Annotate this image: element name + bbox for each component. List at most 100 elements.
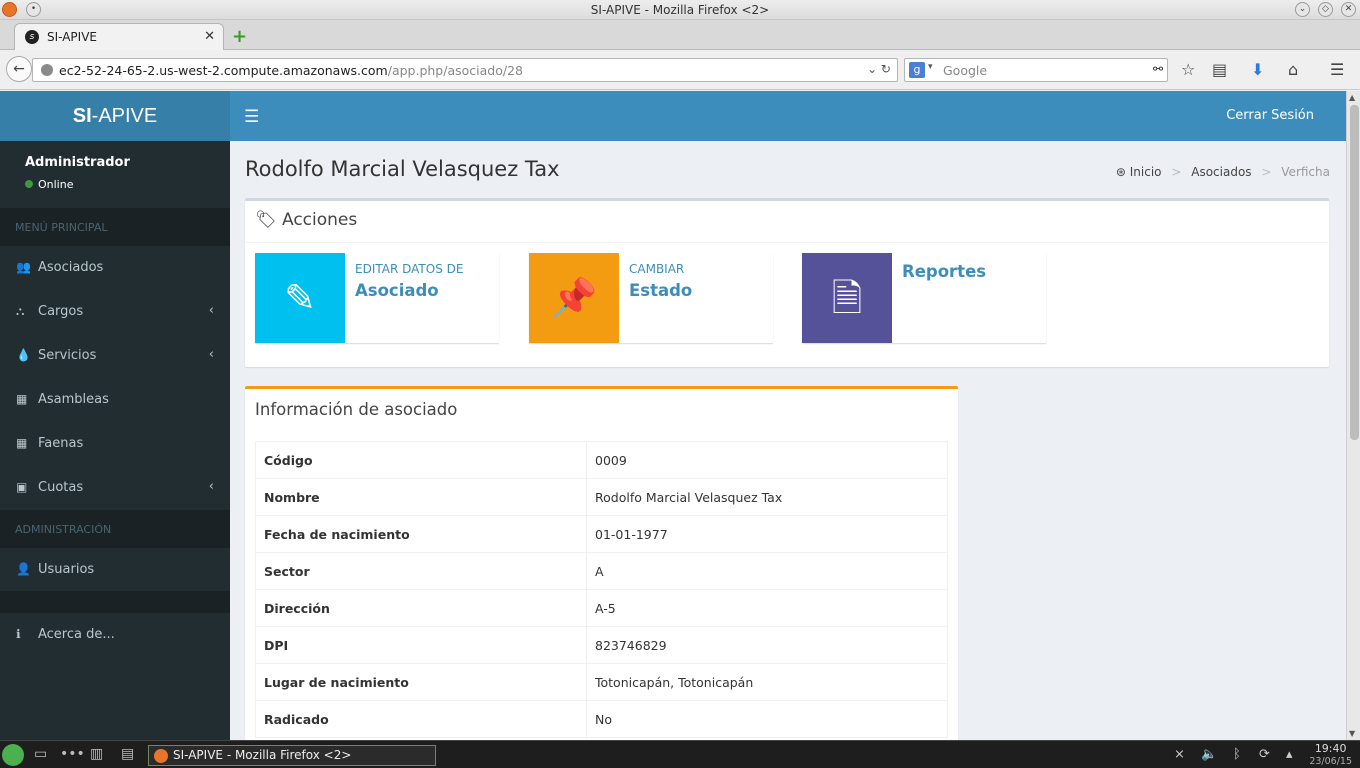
back-button[interactable]: ←: [6, 56, 32, 82]
breadcrumb-separator: >: [1171, 165, 1182, 179]
dashboard-icon: ⊛: [1115, 165, 1126, 179]
actions-box: 🏷 Acciones ✎ EDITAR DATOS DE Asociado 📌 …: [245, 198, 1329, 367]
scroll-up-icon[interactable]: ▲: [1349, 93, 1355, 102]
bookmarks-list-icon[interactable]: ▤: [1212, 60, 1227, 79]
workspace-icon[interactable]: ▥: [90, 746, 103, 762]
breadcrumb-inicio[interactable]: Inicio: [1130, 165, 1162, 179]
url-host: ec2-52-24-65-2.us-west-2.compute.amazona…: [59, 63, 388, 78]
user-panel: Administrador Online: [0, 141, 230, 208]
sidebar-item-label: Usuarios: [38, 562, 95, 577]
change-state-button[interactable]: 📌 CAMBIAR Estado: [529, 253, 773, 343]
online-status-icon: [25, 180, 33, 188]
taskbar-firefox-task[interactable]: SI-APIVE - Mozilla Firefox <2>: [148, 745, 436, 766]
clock-date: 23/06/15: [1309, 756, 1352, 767]
sync-icon[interactable]: ⟳: [1259, 747, 1270, 762]
download-icon[interactable]: ⬇: [1251, 60, 1264, 79]
row-key: Radicado: [255, 700, 587, 738]
symfony-favicon-icon: s: [25, 30, 39, 44]
breadcrumb-current: Verficha: [1281, 165, 1330, 179]
row-value: Rodolfo Marcial Velasquez Tax: [586, 478, 948, 516]
row-value: A-5: [586, 589, 948, 627]
scroll-down-icon[interactable]: ▼: [1349, 729, 1355, 738]
window-titlebar: • SI-APIVE - Mozilla Firefox <2> ⌄ ◇ ✕: [0, 0, 1360, 20]
row-value: 823746829: [586, 626, 948, 664]
logo-bold: SI: [72, 105, 92, 127]
scrollbar-thumb[interactable]: [1350, 105, 1359, 440]
tag-icon: 🏷: [255, 210, 277, 230]
close-window-button[interactable]: ✕: [1341, 2, 1356, 17]
bookmark-star-icon[interactable]: ☆: [1181, 60, 1195, 79]
reports-button[interactable]: 🗎 Reportes: [802, 253, 1046, 343]
sidebar-item-acerca[interactable]: ℹ Acerca de...: [0, 613, 230, 657]
url-bar[interactable]: ec2-52-24-65-2.us-west-2.compute.amazona…: [32, 58, 898, 82]
info-box-number: Reportes: [902, 262, 987, 281]
money-icon: ▣: [16, 480, 28, 494]
info-box-text: CAMBIAR: [629, 262, 685, 276]
associate-info-box: Información de asociado Código 0009 Nombr…: [245, 386, 958, 740]
file-manager-icon[interactable]: ▤: [121, 746, 134, 762]
search-engine-dropdown-icon[interactable]: ▾: [928, 62, 933, 72]
menu-icon[interactable]: ☰: [1330, 60, 1344, 79]
network-disconnected-icon[interactable]: ⨯: [1174, 747, 1185, 762]
maximize-button[interactable]: ◇: [1318, 2, 1333, 17]
clock[interactable]: 19:40 23/06/15: [1309, 742, 1352, 768]
url-text[interactable]: ec2-52-24-65-2.us-west-2.compute.amazona…: [59, 63, 523, 78]
sidebar-item-faenas[interactable]: ▦ Faenas: [0, 422, 230, 466]
tab-title: SI-APIVE: [47, 30, 97, 44]
row-value: No: [586, 700, 948, 738]
browser-tab[interactable]: s SI-APIVE ✕: [14, 23, 224, 50]
sidebar-item-label: Servicios: [38, 348, 97, 363]
user-icon: 👤: [16, 562, 31, 576]
row-key: Nombre: [255, 478, 587, 516]
edit-associate-button[interactable]: ✎ EDITAR DATOS DE Asociado: [255, 253, 499, 343]
window-title: SI-APIVE - Mozilla Firefox <2>: [590, 3, 770, 17]
more-icon[interactable]: •••: [60, 746, 85, 762]
desktop-icon[interactable]: ▭: [34, 746, 47, 762]
sidebar-toggle-icon[interactable]: ☰: [244, 107, 259, 127]
page-title: Rodolfo Marcial Velasquez Tax: [245, 157, 560, 181]
sidebar-item-servicios[interactable]: 💧 Servicios ‹: [0, 334, 230, 378]
clock-time: 19:40: [1314, 742, 1347, 755]
bluetooth-icon[interactable]: ᛒ: [1233, 747, 1241, 762]
sidebar-item-label: Cargos: [38, 304, 84, 319]
info-box-number: Estado: [629, 281, 693, 300]
app-logo[interactable]: SI-APIVE: [0, 91, 230, 141]
table-row: Dirección A-5: [255, 589, 948, 627]
google-icon[interactable]: g: [909, 62, 925, 78]
sidebar-item-asociados[interactable]: 👥 Asociados: [0, 246, 230, 290]
user-status-label: Online: [38, 178, 74, 191]
sidebar-item-cargos[interactable]: ⛬ Cargos ‹: [0, 290, 230, 334]
sidebar-item-label: Faenas: [38, 436, 84, 451]
row-key: Sector: [255, 552, 587, 590]
row-value: A: [586, 552, 948, 590]
sidebar-item-usuarios[interactable]: 👤 Usuarios: [0, 548, 230, 591]
search-bar[interactable]: g ▾ Google ⚯: [904, 58, 1168, 82]
home-icon[interactable]: ⌂: [1288, 60, 1298, 79]
sidebar-divider: [0, 591, 230, 613]
associate-info-title: Información de asociado: [255, 400, 458, 419]
url-path: /app.php/asociado/28: [387, 63, 523, 78]
start-menu-icon[interactable]: [2, 744, 24, 766]
breadcrumb-separator: >: [1261, 165, 1272, 179]
calendar-icon: ▦: [16, 392, 28, 406]
sidebar-item-cuotas[interactable]: ▣ Cuotas ‹: [0, 466, 230, 510]
file-icon: 🗎: [802, 253, 892, 343]
new-tab-icon[interactable]: +: [232, 26, 247, 47]
sidebar: SI-APIVE Administrador Online MENÚ PRINC…: [0, 91, 230, 740]
page-scrollbar[interactable]: ▲ ▼: [1346, 91, 1360, 740]
table-row: Código 0009: [255, 441, 948, 479]
logout-link[interactable]: Cerrar Sesión: [1226, 108, 1314, 123]
globe-icon: [41, 64, 53, 76]
firefox-icon: [154, 749, 168, 763]
url-dropdown-reload-icons[interactable]: ⌄ ↻: [867, 62, 891, 76]
breadcrumb-asociados[interactable]: Asociados: [1191, 165, 1251, 179]
row-value: Totonicapán, Totonicapán: [586, 663, 948, 701]
chevron-left-icon: ‹: [208, 347, 214, 362]
tray-expand-icon[interactable]: ▴: [1286, 747, 1293, 762]
top-header: ☰ Cerrar Sesión: [230, 91, 1346, 141]
volume-icon[interactable]: 🔈: [1201, 747, 1217, 762]
minimize-button[interactable]: ⌄: [1295, 2, 1310, 17]
tab-close-icon[interactable]: ✕: [204, 29, 215, 44]
binoculars-icon[interactable]: ⚯: [1153, 62, 1163, 76]
sidebar-item-asambleas[interactable]: ▦ Asambleas: [0, 378, 230, 422]
